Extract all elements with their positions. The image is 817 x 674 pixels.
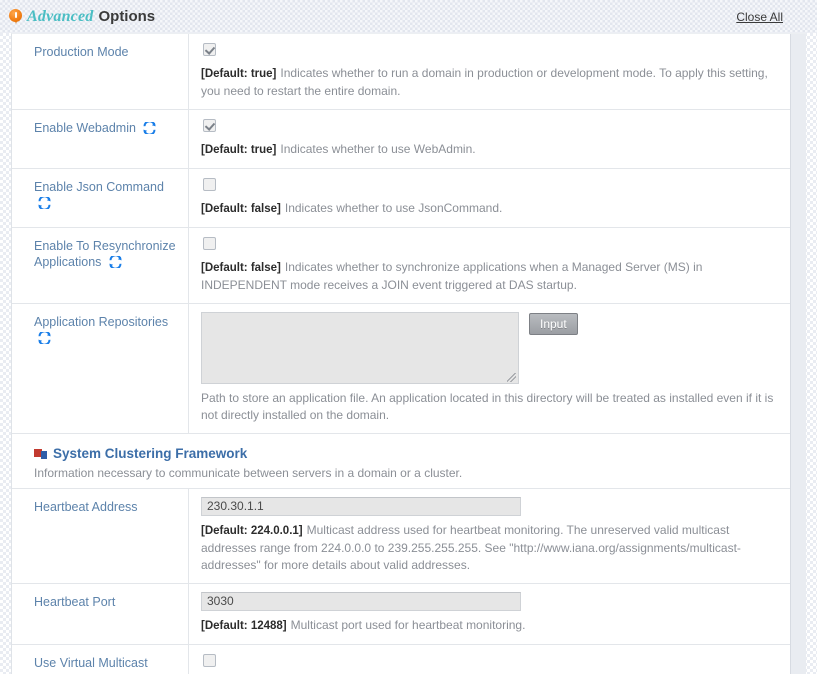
options-scroll-area: Production Mode [Default: true] Indicates… <box>12 34 790 674</box>
row-label-cell: Use Virtual Multicast <box>12 645 189 674</box>
application-repositories-control-group: Input <box>201 312 776 384</box>
row-use-virtual-multicast: Use Virtual Multicast [Default: false]En… <box>12 645 790 674</box>
description-text: Indicates whether to run a domain in pro… <box>201 66 768 98</box>
default-value-label: [Default: 12488] <box>201 620 287 632</box>
enable-json-command-checkbox[interactable] <box>203 178 216 191</box>
close-all-link[interactable]: Close All <box>736 10 801 24</box>
row-application-repositories: Application Repositories Input Path to s… <box>12 304 790 434</box>
section-subtitle: Information necessary to communicate bet… <box>34 466 463 480</box>
row-enable-resynchronize-applications: Enable To Resynchronize Applications [De… <box>12 228 790 304</box>
heartbeat-port-input[interactable]: 3030 <box>201 592 521 611</box>
row-description: [Default: 224.0.0.1] Multicast address us… <box>201 522 776 574</box>
row-label-cell: Heartbeat Port <box>12 584 189 644</box>
default-value-label: [Default: false] <box>201 203 281 215</box>
row-label-cell: Application Repositories <box>12 304 189 433</box>
row-description: Path to store an application file. An ap… <box>201 390 776 424</box>
resize-grip-icon[interactable] <box>507 373 516 382</box>
application-repositories-textarea[interactable] <box>201 312 519 384</box>
orange-pin-icon <box>9 8 22 25</box>
row-label-cell: Heartbeat Address <box>12 489 189 583</box>
row-description: [Default: 12488] Multicast port used for … <box>201 617 776 635</box>
restart-required-sync-icon <box>143 122 157 134</box>
row-value-cell: [Default: false] Indicates whether to use… <box>189 169 790 227</box>
heartbeat-address-input[interactable]: 230.30.1.1 <box>201 497 521 516</box>
enable-webadmin-checkbox[interactable] <box>203 119 216 132</box>
panel-header: Advanced Options Close All <box>0 0 817 33</box>
description-text: Path to store an application file. An ap… <box>201 391 774 422</box>
application-repositories-input-button[interactable]: Input <box>529 313 578 335</box>
row-description: [Default: true] Indicates whether to use … <box>201 141 776 159</box>
row-label: Production Mode <box>34 45 129 59</box>
row-label: Application Repositories <box>34 315 169 329</box>
default-value-label: [Default: false] <box>201 262 281 274</box>
row-value-cell: [Default: false]Enables virtual multicas… <box>189 645 790 674</box>
row-label-cell: Enable Json Command <box>12 169 189 227</box>
options-panel: Production Mode [Default: true] Indicates… <box>11 33 806 674</box>
page-title-emphasis: Advanced <box>27 7 94 25</box>
row-label: Heartbeat Address <box>34 500 138 514</box>
row-value-cell: [Default: false] Indicates whether to syn… <box>189 228 790 303</box>
restart-required-sync-icon <box>38 332 51 344</box>
row-description: [Default: false] Indicates whether to syn… <box>201 259 776 294</box>
description-text: Multicast port used for heartbeat monito… <box>290 618 526 632</box>
description-text: Indicates whether to use WebAdmin. <box>280 142 476 156</box>
description-text: Indicates whether to use JsonCommand. <box>284 201 503 215</box>
restart-required-sync-icon <box>38 197 51 209</box>
advanced-options-page: Advanced Options Close All Production Mo… <box>0 0 817 674</box>
row-value-cell: Input Path to store an application file.… <box>189 304 790 433</box>
row-value-cell: 230.30.1.1 [Default: 224.0.0.1] Multicast… <box>189 489 790 583</box>
section-system-clustering-framework: System Clustering Framework Information … <box>12 434 790 489</box>
default-value-label: [Default: true] <box>201 68 277 80</box>
restart-required-sync-icon <box>109 256 122 268</box>
production-mode-checkbox[interactable] <box>203 43 216 56</box>
row-label: Heartbeat Port <box>34 595 116 609</box>
row-enable-webadmin: Enable Webadmin [Default: true] Indicates… <box>12 110 790 169</box>
row-label: Enable Webadmin <box>34 121 136 135</box>
row-label: Use Virtual Multicast <box>34 656 148 670</box>
row-enable-json-command: Enable Json Command [Default: false] Indi… <box>12 169 790 228</box>
header-title-group: Advanced Options <box>9 8 155 26</box>
section-title-group: System Clustering Framework <box>34 446 776 461</box>
row-label: Enable Json Command <box>34 180 164 194</box>
enable-resynchronize-applications-checkbox[interactable] <box>203 237 216 250</box>
default-value-label: [Default: true] <box>201 144 277 156</box>
page-title: Options <box>98 7 156 25</box>
row-description: [Default: true] Indicates whether to run … <box>201 65 776 100</box>
use-virtual-multicast-checkbox[interactable] <box>203 654 216 667</box>
row-description: [Default: false] Indicates whether to use… <box>201 200 776 218</box>
default-value-label: [Default: 224.0.0.1] <box>201 525 303 537</box>
row-heartbeat-address: Heartbeat Address 230.30.1.1 [Default: 2… <box>12 489 790 584</box>
row-label: Enable To Resynchronize Applications <box>34 239 176 269</box>
cluster-squares-icon <box>34 448 47 460</box>
row-value-cell: [Default: true] Indicates whether to use … <box>189 110 790 168</box>
row-value-cell: 3030 [Default: 12488] Multicast port used… <box>189 584 790 644</box>
row-production-mode: Production Mode [Default: true] Indicates… <box>12 34 790 110</box>
row-label-cell: Enable Webadmin <box>12 110 189 168</box>
row-heartbeat-port: Heartbeat Port 3030 [Default: 12488] Mult… <box>12 584 790 645</box>
row-label-cell: Production Mode <box>12 34 189 109</box>
vertical-scrollbar[interactable] <box>790 34 806 674</box>
row-label-cell: Enable To Resynchronize Applications <box>12 228 189 303</box>
row-value-cell: [Default: true] Indicates whether to run … <box>189 34 790 109</box>
section-title: System Clustering Framework <box>53 446 248 461</box>
